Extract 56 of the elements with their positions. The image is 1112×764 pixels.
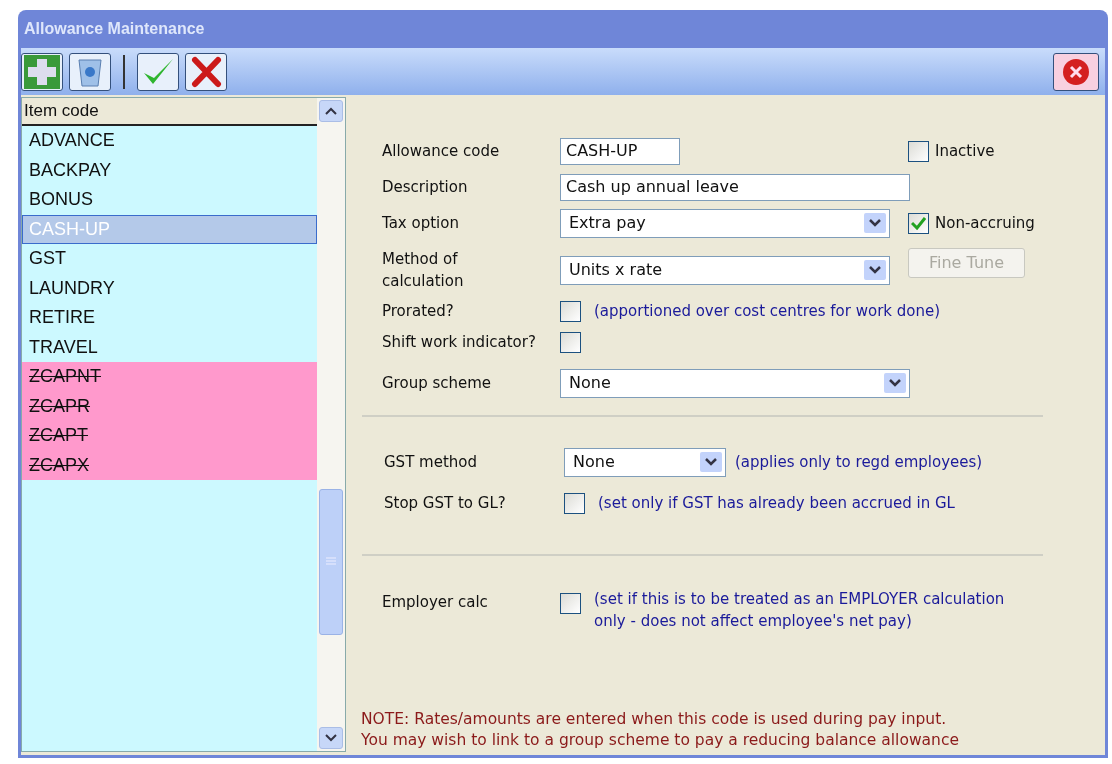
list-item[interactable]: TRAVEL bbox=[22, 332, 317, 362]
dropdown-field[interactable]: Units x rate bbox=[560, 255, 890, 285]
text-field[interactable]: CASH-UP bbox=[560, 137, 680, 165]
field-label: Prorated? bbox=[381, 300, 455, 322]
plus-icon bbox=[24, 54, 60, 89]
scroll-down-button[interactable] bbox=[319, 727, 343, 749]
checkbox-label: Non-accruing bbox=[935, 212, 1035, 234]
list-item[interactable]: ZCAPR bbox=[22, 391, 317, 421]
checkbox-label: Inactive bbox=[935, 140, 995, 162]
field-label: Description bbox=[381, 176, 469, 198]
field-label: GST method bbox=[383, 451, 478, 473]
save-button[interactable] bbox=[137, 52, 179, 91]
field-label: Allowance code bbox=[381, 140, 501, 162]
delete-button[interactable] bbox=[69, 52, 111, 91]
checkbox[interactable] bbox=[560, 300, 581, 322]
note-text: NOTE: Rates/amounts are entered when this code is used during pay input. bbox=[361, 709, 948, 730]
list-item[interactable]: LAUNDRY bbox=[22, 273, 317, 303]
close-icon bbox=[1062, 57, 1090, 86]
list-item[interactable]: ZCAPT bbox=[22, 421, 317, 451]
dropdown-field[interactable]: None bbox=[564, 447, 726, 477]
list-item[interactable]: BACKPAY bbox=[22, 155, 317, 185]
dropdown-field[interactable]: Extra pay bbox=[560, 208, 890, 238]
hint-text: (apportioned over cost centres for work done) bbox=[594, 300, 941, 322]
note-text: You may wish to link to a group scheme to pay a reducing balance allowance bbox=[361, 730, 959, 751]
hint-text: (set only if GST has already been accrued in GL bbox=[598, 492, 955, 514]
checkbox[interactable] bbox=[908, 140, 929, 162]
add-button[interactable] bbox=[21, 52, 63, 91]
close-button[interactable] bbox=[1053, 52, 1099, 91]
scrollbar-thumb[interactable] bbox=[319, 489, 343, 635]
window-title: Allowance Maintenance bbox=[24, 19, 205, 39]
field-label: Stop GST to GL? bbox=[383, 492, 507, 514]
list-item[interactable]: GST bbox=[22, 244, 317, 274]
hint-text: (set if this is to be treated as an EMPLOYER calculation only - does not affect employee's net pay) bbox=[594, 589, 1006, 632]
field-label: Group scheme bbox=[381, 372, 493, 394]
checkbox[interactable] bbox=[564, 492, 585, 514]
cross-icon bbox=[189, 55, 223, 88]
chevron-down-icon bbox=[325, 734, 337, 742]
field-label: Employer calc bbox=[381, 592, 489, 613]
dropdown-field[interactable]: None bbox=[560, 368, 910, 398]
chevron-up-icon bbox=[325, 107, 337, 115]
hint-text: (applies only to regd employees) bbox=[735, 451, 983, 473]
cancel-button[interactable] bbox=[185, 52, 227, 91]
list-item[interactable]: ZCAPNT bbox=[22, 362, 317, 392]
checkbox[interactable] bbox=[560, 593, 581, 614]
list-item[interactable]: ZCAPX bbox=[22, 450, 317, 480]
field-label: Shift work indicator? bbox=[381, 331, 537, 353]
list-item[interactable]: ADVANCE bbox=[22, 126, 317, 156]
column-header[interactable]: Item code bbox=[22, 98, 317, 126]
checkbox[interactable] bbox=[560, 331, 581, 353]
field-label: Method of calculation bbox=[381, 249, 465, 292]
checkbox[interactable] bbox=[908, 212, 929, 234]
text-field[interactable]: Cash up annual leave bbox=[560, 173, 910, 201]
scroll-up-button[interactable] bbox=[319, 100, 343, 122]
field-label: Tax option bbox=[381, 212, 460, 234]
list-item[interactable]: RETIRE bbox=[22, 303, 317, 333]
list-item[interactable]: BONUS bbox=[22, 185, 317, 215]
